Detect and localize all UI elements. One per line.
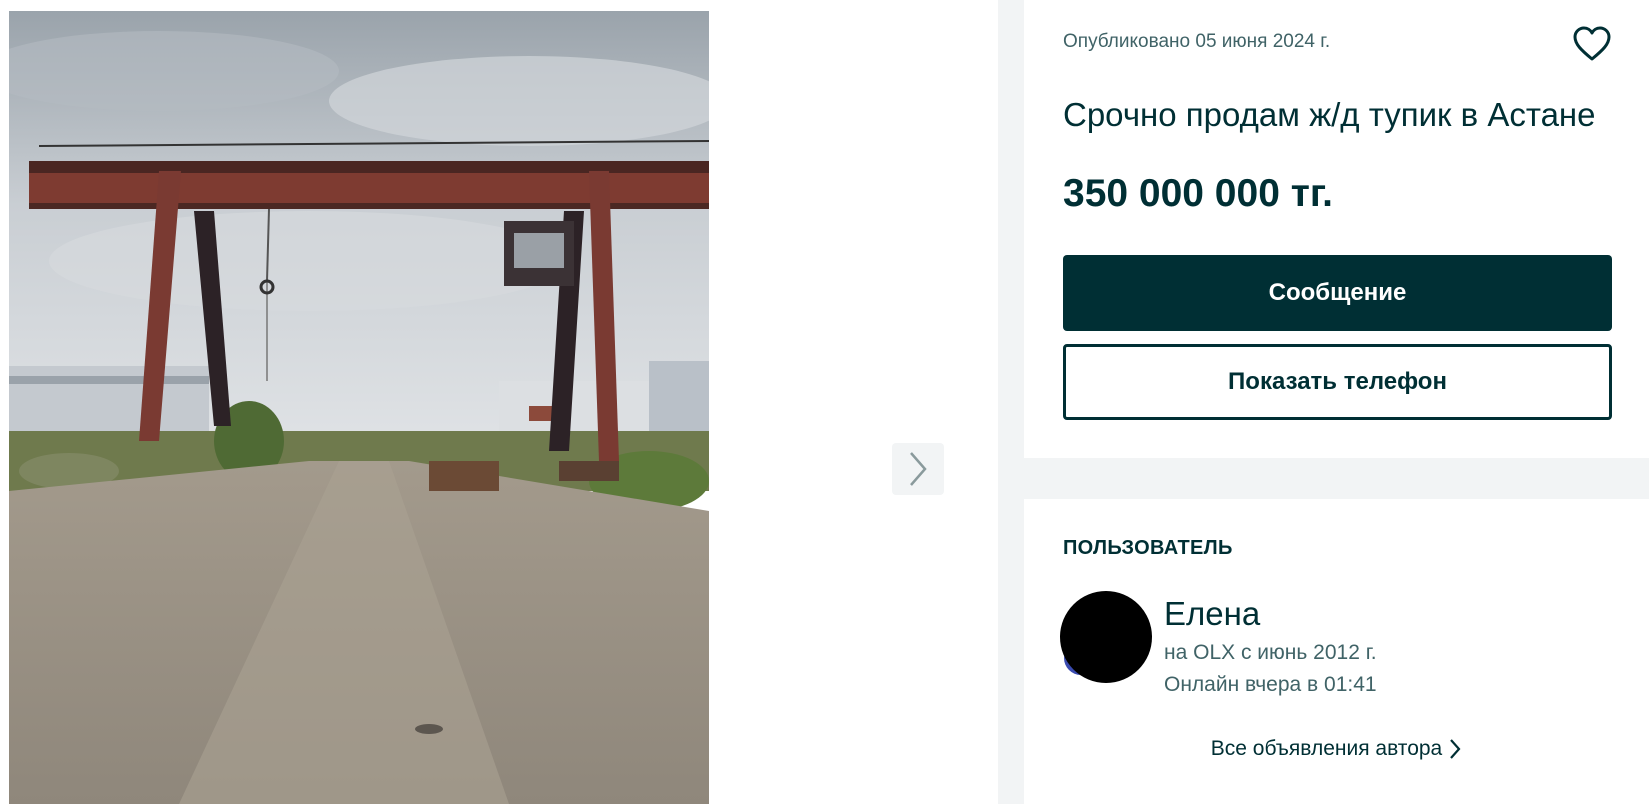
ad-summary-card: Опубликовано 05 июня 2024 г. Срочно прод… [1024,0,1649,458]
avatar [1060,591,1152,683]
ad-sidebar: Опубликовано 05 июня 2024 г. Срочно прод… [998,0,1649,804]
all-ads-link[interactable]: Все объявления автора [1024,737,1649,761]
gallery-next-button[interactable] [892,443,944,495]
show-phone-button[interactable]: Показать телефон [1063,344,1612,420]
ad-title: Срочно продам ж/д тупик в Астане [1063,96,1596,133]
all-ads-label: Все объявления автора [1210,737,1443,760]
message-button[interactable]: Сообщение [1063,255,1612,331]
listing-page: Опубликовано 05 июня 2024 г. Срочно прод… [0,0,1649,804]
ad-price: 350 000 000 тг. [1063,172,1333,215]
published-date: Опубликовано 05 июня 2024 г. [1063,31,1331,52]
user-member-since: на OLX с июнь 2012 г. [1164,641,1377,664]
user-section-heading: ПОЛЬЗОВАТЕЛЬ [1063,537,1233,559]
chevron-right-icon [910,452,927,486]
listing-photo[interactable] [9,11,709,804]
heart-icon [1573,26,1611,61]
photo-gallery [0,0,998,804]
user-avatar[interactable] [1060,591,1152,683]
favorite-button[interactable] [1572,24,1612,64]
user-last-online: Онлайн вчера в 01:41 [1164,673,1377,696]
chevron-right-icon [1450,739,1461,759]
user-card: ПОЛЬЗОВАТЕЛЬ Елена на OLX с июнь 2012 г.… [1024,499,1649,804]
user-name: Елена [1164,595,1261,632]
